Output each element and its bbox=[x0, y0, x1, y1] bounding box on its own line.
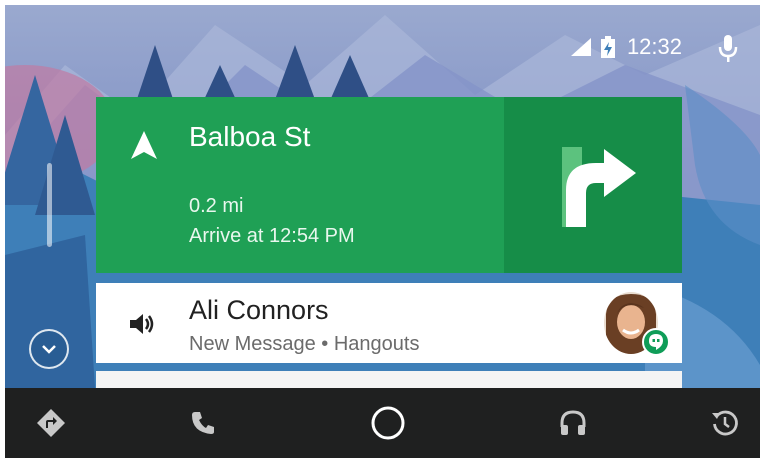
recents-icon bbox=[712, 410, 738, 436]
navigation-info: Balboa St 0.2 mi Arrive at 12:54 PM bbox=[96, 97, 504, 273]
android-auto-screen: 12:32 Balboa St 0.2 mi Arrive at 12:54 P… bbox=[5, 5, 760, 458]
turn-right-icon bbox=[562, 147, 636, 227]
message-subtitle: New Message • Hangouts bbox=[189, 333, 420, 355]
speaker-icon[interactable] bbox=[130, 313, 156, 335]
street-name: Balboa St bbox=[189, 121, 311, 152]
hangouts-icon bbox=[642, 328, 670, 356]
maneuver-panel bbox=[504, 97, 682, 273]
scroll-indicator[interactable] bbox=[47, 163, 52, 247]
navigation-button[interactable] bbox=[21, 388, 81, 458]
home-button[interactable] bbox=[358, 388, 418, 458]
signal-icon bbox=[570, 38, 591, 56]
recents-button[interactable] bbox=[695, 388, 755, 458]
microphone-icon[interactable] bbox=[718, 35, 738, 63]
arrival-time: Arrive at 12:54 PM bbox=[189, 225, 355, 247]
turn-distance: 0.2 mi bbox=[189, 195, 244, 217]
headphones-icon bbox=[560, 410, 586, 435]
contact-name: Ali Connors bbox=[189, 295, 329, 325]
chevron-down-icon bbox=[42, 345, 56, 354]
scroll-down-button[interactable] bbox=[29, 329, 69, 369]
message-card[interactable]: Ali Connors New Message • Hangouts bbox=[96, 283, 682, 363]
phone-icon bbox=[192, 412, 214, 434]
navigation-icon bbox=[37, 409, 65, 437]
home-icon bbox=[371, 406, 405, 440]
battery-charging-icon bbox=[600, 36, 615, 58]
navigation-arrow-icon bbox=[131, 131, 157, 159]
phone-button[interactable] bbox=[173, 388, 233, 458]
music-button[interactable] bbox=[543, 388, 603, 458]
navigation-card[interactable]: Balboa St 0.2 mi Arrive at 12:54 PM bbox=[96, 97, 682, 273]
status-bar: 12:32 bbox=[570, 27, 740, 67]
clock-time: 12:32 bbox=[626, 34, 682, 59]
bottom-navigation-bar bbox=[5, 388, 760, 458]
